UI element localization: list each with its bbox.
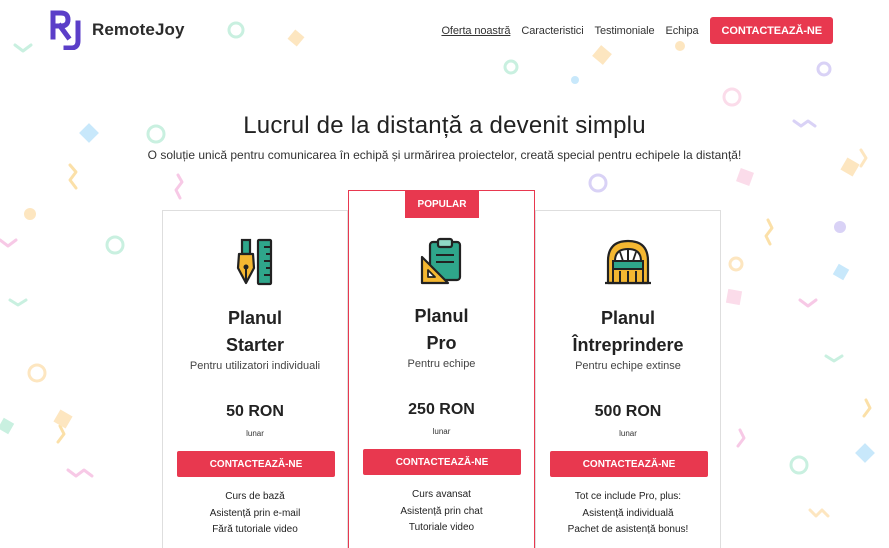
nav-link-caracteristici[interactable]: Caracteristici — [521, 25, 583, 37]
clipboard-set-square-icon — [420, 237, 461, 285]
feature-item: Asistență prin e-mail — [209, 507, 301, 519]
plan-name-line2: Starter — [225, 335, 285, 355]
feature-item: Asistență prin chat — [400, 505, 483, 517]
plan-name: Planul Pro — [349, 303, 534, 357]
plan-audience: Pentru echipe — [407, 358, 476, 370]
plan-contact-button[interactable]: CONTACTEAZĂ-NE — [177, 451, 335, 477]
brand-logo[interactable]: RemoteJoy — [50, 10, 185, 50]
feature-item: Asistență individuală — [582, 507, 674, 519]
hero-title: Lucrul de la distanță a devenit simplu — [243, 112, 646, 139]
plan-features: Tot ce include Pro, plus: Asistență indi… — [536, 489, 720, 539]
plan-period: lunar — [432, 427, 451, 436]
site-header: RemoteJoy Oferta noastră Caracteristici … — [0, 0, 889, 62]
plan-name: Planul Întreprindere — [536, 305, 720, 359]
brand-name: RemoteJoy — [92, 20, 185, 39]
plan-audience: Pentru echipe extinse — [575, 360, 681, 372]
plan-price: 50 RON — [226, 403, 284, 420]
plan-price: 500 RON — [594, 403, 662, 420]
plan-name: Planul Starter — [163, 305, 347, 359]
plan-name-line1: Planul — [414, 306, 469, 326]
plan-period: lunar — [246, 429, 264, 438]
feature-item: Pachet de asistență bonus! — [567, 524, 689, 535]
pen-ruler-icon — [236, 238, 273, 286]
plan-contact-button[interactable]: CONTACTEAZĂ-NE — [363, 449, 521, 475]
hero-subtitle: O soluție unică pentru comunicarea în ec… — [147, 148, 742, 162]
building-icon — [605, 239, 651, 285]
plan-features: Curs de bază Asistență prin e-mail Fără … — [163, 489, 347, 539]
plan-name-line1: Planul — [227, 308, 282, 328]
plan-name-line1: Planul — [600, 308, 655, 328]
feature-item: Fără tutoriale video — [212, 524, 298, 535]
plan-contact-button[interactable]: CONTACTEAZĂ-NE — [550, 451, 708, 477]
nav-contact-button[interactable]: CONTACTEAZĂ-NE — [709, 17, 833, 44]
plan-audience: Pentru utilizatori individuali — [189, 360, 321, 372]
plan-period: lunar — [619, 429, 637, 438]
feature-item: Curs avansat — [412, 489, 471, 500]
plan-card-intreprindere: Planul Întreprindere Pentru echipe extin… — [535, 210, 721, 548]
feature-item: Tutoriale video — [408, 522, 475, 533]
feature-item: Curs de bază — [225, 491, 285, 502]
nav-link-oferta[interactable]: Oferta noastră — [441, 25, 510, 37]
plan-features: Curs avansat Asistență prin chat Tutoria… — [349, 487, 534, 537]
feature-item: Tot ce include Pro, plus: — [574, 491, 682, 502]
plan-card-pro: POPULAR Planul Pro Pentru echipe 250 RON… — [348, 190, 535, 548]
hero-section: Lucrul de la distanță a devenit simplu O… — [0, 112, 889, 162]
plan-name-line2: Întreprindere — [572, 335, 684, 355]
plan-price: 250 RON — [408, 401, 475, 418]
main-nav: Oferta noastră Caracteristici Testimonia… — [441, 17, 833, 44]
rj-logo-mark — [50, 10, 81, 50]
plan-card-starter: Planul Starter Pentru utilizatori indivi… — [162, 210, 348, 548]
nav-link-testimoniale[interactable]: Testimoniale — [595, 25, 655, 37]
nav-link-echipa[interactable]: Echipa — [666, 25, 699, 37]
plan-name-line2: Pro — [426, 333, 457, 353]
popular-badge: POPULAR — [405, 190, 479, 218]
